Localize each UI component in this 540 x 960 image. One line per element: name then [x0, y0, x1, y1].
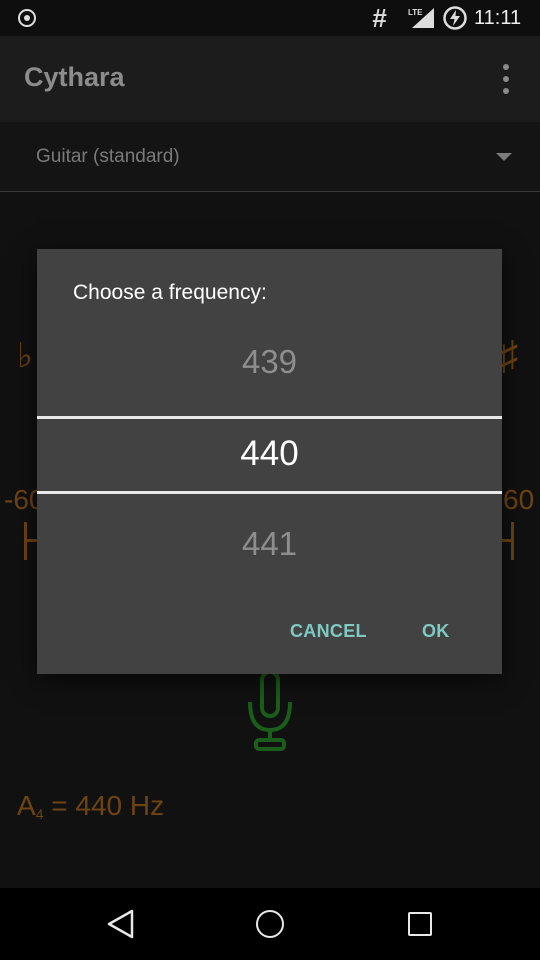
status-bar: # LTE 11:11: [0, 0, 540, 36]
network-label: LTE: [408, 8, 423, 17]
cents-max-label: 60: [503, 484, 535, 515]
more-options-icon[interactable]: [500, 64, 512, 94]
home-icon[interactable]: [256, 910, 284, 938]
tuning-dropdown-value: Guitar (standard): [36, 146, 180, 167]
app-bar: Cythara: [0, 36, 540, 122]
picker-next-value[interactable]: 441: [37, 525, 502, 563]
frequency-dialog: Choose a frequency: 439 440 441 CANCEL O…: [37, 249, 502, 674]
hash-icon: #: [372, 3, 387, 33]
microphone-icon: [248, 672, 292, 751]
picker-previous-value[interactable]: 439: [37, 343, 502, 381]
reference-frequency: A4 = 440 Hz: [17, 790, 164, 822]
flat-icon: ♭: [17, 337, 34, 375]
navigation-bar: [0, 888, 540, 960]
picker-current-value[interactable]: 440: [37, 434, 502, 474]
dialog-title: Choose a frequency:: [73, 281, 267, 304]
app-title: Cythara: [24, 62, 125, 92]
recent-apps-icon[interactable]: [408, 912, 432, 936]
back-icon[interactable]: [106, 908, 136, 940]
location-icon: [18, 9, 36, 27]
reference-note: A: [17, 790, 36, 821]
picker-divider-top: [37, 416, 502, 419]
clock: 11:11: [474, 7, 522, 29]
tuning-dropdown[interactable]: Guitar (standard): [0, 122, 540, 192]
signal-icon: LTE: [408, 8, 434, 28]
cancel-button[interactable]: CANCEL: [290, 621, 367, 642]
dropdown-arrow-icon: [496, 153, 512, 161]
battery-charging-icon: [443, 6, 467, 30]
ok-button[interactable]: OK: [422, 621, 450, 642]
picker-divider-bottom: [37, 491, 502, 494]
reference-value: = 440 Hz: [43, 790, 165, 821]
